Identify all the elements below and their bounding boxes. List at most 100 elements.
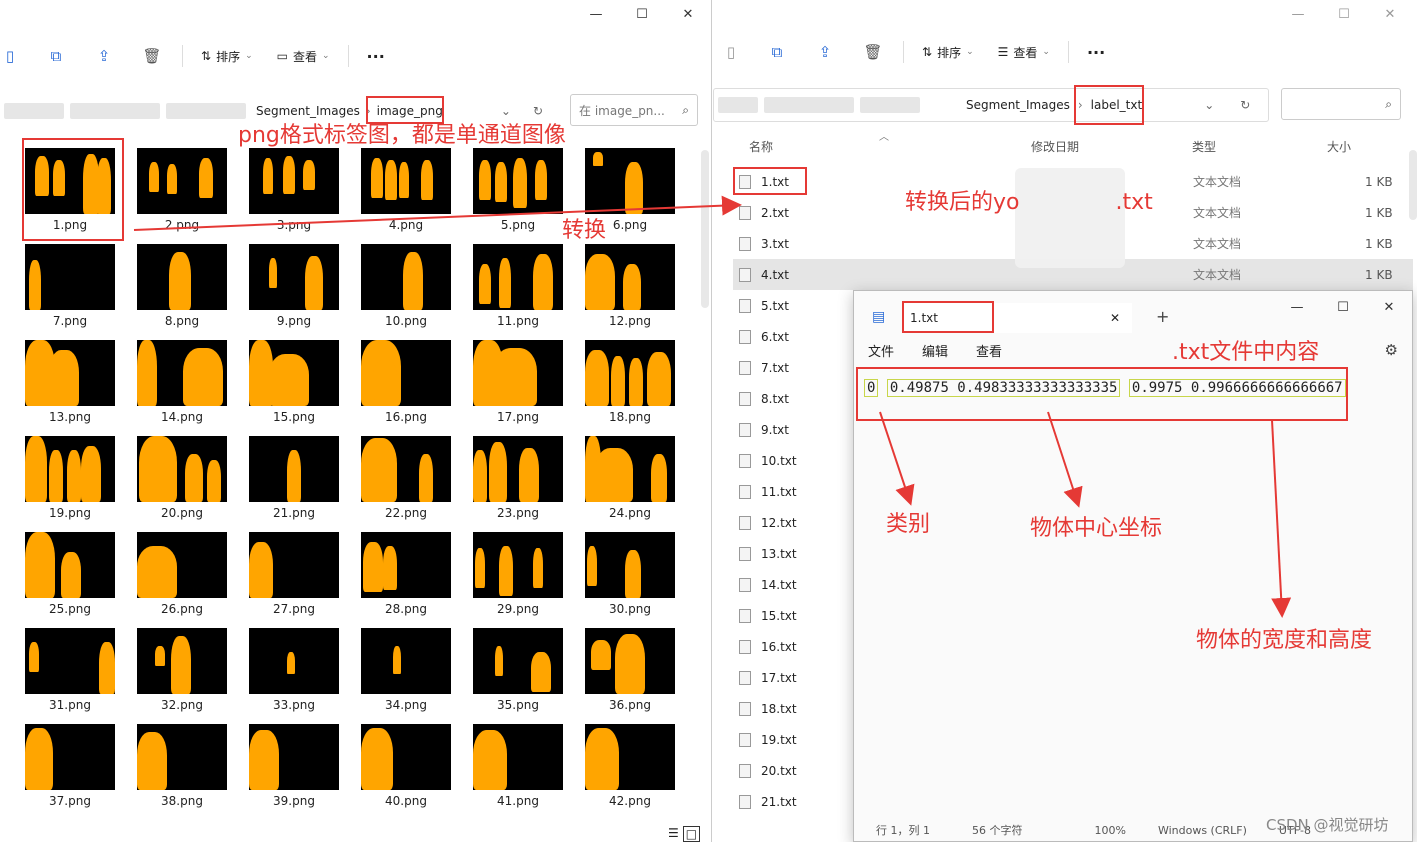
share-copy-icon[interactable]: ⧉ <box>753 36 801 68</box>
thumbnail-item[interactable]: 40.png <box>356 720 456 812</box>
minimize-button[interactable]: — <box>1275 0 1321 28</box>
maximize-button[interactable]: ☐ <box>1321 0 1367 28</box>
refresh-icon[interactable]: ↻ <box>1240 98 1250 112</box>
breadcrumb-folder[interactable]: Segment_Images <box>966 98 1070 112</box>
thumbnail-item[interactable]: 11.png <box>468 240 568 332</box>
thumbnail-item[interactable]: 23.png <box>468 432 568 524</box>
thumbnail-image <box>25 244 115 310</box>
minimize-button[interactable]: — <box>573 0 619 28</box>
thumbnail-item[interactable]: 1.png <box>20 144 120 236</box>
thumbnail-item[interactable]: 34.png <box>356 624 456 716</box>
right-address-bar[interactable]: Segment_Images › label_txt ⌄ ↻ <box>713 88 1269 122</box>
column-header-type[interactable]: 类型 <box>1192 138 1216 158</box>
thumbnail-item[interactable]: 31.png <box>20 624 120 716</box>
menu-edit[interactable]: 编辑 <box>922 341 948 360</box>
chevron-down-icon[interactable]: ⌄ <box>1204 98 1214 112</box>
thumbnail-item[interactable]: 8.png <box>132 240 232 332</box>
breadcrumb-folder[interactable]: Segment_Images <box>256 104 360 118</box>
chevron-down-icon[interactable]: ⌄ <box>501 104 511 118</box>
thumbnail-item[interactable]: 29.png <box>468 528 568 620</box>
thumbnail-item[interactable]: 33.png <box>244 624 344 716</box>
tiles-view-icon[interactable]: □ <box>682 826 701 842</box>
menu-view[interactable]: 查看 <box>976 341 1002 360</box>
close-button[interactable]: ✕ <box>665 0 711 28</box>
thumbnail-item[interactable]: 4.png <box>356 144 456 236</box>
settings-icon[interactable]: ⚙ <box>1385 341 1398 359</box>
thumbnail-item[interactable]: 19.png <box>20 432 120 524</box>
thumbnail-item[interactable]: 17.png <box>468 336 568 428</box>
text-file-icon <box>739 484 751 499</box>
minimize-button[interactable]: — <box>1274 293 1320 321</box>
thumbnail-item[interactable]: 38.png <box>132 720 232 812</box>
thumbnail-item[interactable]: 28.png <box>356 528 456 620</box>
thumbnail-item[interactable]: 39.png <box>244 720 344 812</box>
share-copy-icon[interactable]: ⧉ <box>32 40 80 72</box>
thumbnail-item[interactable]: 26.png <box>132 528 232 620</box>
thumbnail-caption: 29.png <box>497 602 539 616</box>
search-input[interactable]: 在 image_pn... ⌕ <box>570 94 698 126</box>
thumbnail-item[interactable]: 3.png <box>244 144 344 236</box>
thumbnail-item[interactable]: 37.png <box>20 720 120 812</box>
delete-icon[interactable]: 🗑 <box>128 40 176 72</box>
rename-icon[interactable]: ▯ <box>0 40 20 72</box>
thumbnail-item[interactable]: 42.png <box>580 720 680 812</box>
vertical-scrollbar[interactable] <box>701 150 709 308</box>
thumbnail-item[interactable]: 41.png <box>468 720 568 812</box>
silhouette-shape <box>585 350 609 406</box>
column-header-size[interactable]: 大小 <box>1327 138 1351 158</box>
thumbnail-item[interactable]: 20.png <box>132 432 232 524</box>
thumbnail-item[interactable]: 24.png <box>580 432 680 524</box>
thumbnail-caption: 21.png <box>273 506 315 520</box>
silhouette-shape <box>651 454 667 502</box>
thumbnail-item[interactable]: 16.png <box>356 336 456 428</box>
thumbnail-item[interactable]: 7.png <box>20 240 120 332</box>
thumbnail-caption: 4.png <box>388 218 424 232</box>
silhouette-shape <box>595 448 633 502</box>
rename-icon[interactable]: ▯ <box>721 36 741 68</box>
thumbnail-item[interactable]: 13.png <box>20 336 120 428</box>
notepad-app-icon: ▤ <box>872 309 886 325</box>
sort-button[interactable]: ⇅ 排序 ⌄ <box>189 48 265 65</box>
thumbnail-item[interactable]: 35.png <box>468 624 568 716</box>
thumbnail-item[interactable]: 5.png <box>468 144 568 236</box>
close-button[interactable]: ✕ <box>1367 0 1413 28</box>
column-header-name[interactable]: 名称 <box>749 138 773 158</box>
more-options-button[interactable]: ··· <box>355 47 397 66</box>
more-options-button[interactable]: ··· <box>1075 43 1117 62</box>
thumbnail-item[interactable]: 12.png <box>580 240 680 332</box>
sort-button[interactable]: ⇅ 排序 ⌄ <box>910 44 986 61</box>
maximize-button[interactable]: ☐ <box>1320 293 1366 321</box>
thumbnail-item[interactable]: 10.png <box>356 240 456 332</box>
thumbnail-item[interactable]: 27.png <box>244 528 344 620</box>
thumbnail-item[interactable]: 25.png <box>20 528 120 620</box>
thumbnail-item[interactable]: 9.png <box>244 240 344 332</box>
thumbnail-item[interactable]: 21.png <box>244 432 344 524</box>
delete-icon[interactable]: 🗑 <box>849 36 897 68</box>
thumbnail-item[interactable]: 32.png <box>132 624 232 716</box>
thumbnail-item[interactable]: 15.png <box>244 336 344 428</box>
thumbnail-item[interactable]: 18.png <box>580 336 680 428</box>
vertical-scrollbar[interactable] <box>1409 150 1417 220</box>
share-icon[interactable]: ⇪ <box>801 36 849 68</box>
close-icon[interactable]: ✕ <box>1110 311 1120 325</box>
close-button[interactable]: ✕ <box>1366 293 1412 321</box>
column-header-modified[interactable]: 修改日期 <box>1031 138 1079 158</box>
chevron-down-icon: ⌄ <box>966 47 974 57</box>
search-input[interactable]: ⌕ <box>1281 88 1401 120</box>
thumbnail-item[interactable]: 14.png <box>132 336 232 428</box>
thumbnail-item[interactable]: 2.png <box>132 144 232 236</box>
refresh-icon[interactable]: ↻ <box>533 104 543 118</box>
view-button[interactable]: ▭ 查看 ⌄ <box>265 48 342 65</box>
details-view-icon[interactable]: ☰ <box>668 826 679 842</box>
thumbnail-item[interactable]: 30.png <box>580 528 680 620</box>
view-button[interactable]: ☰ 查看 ⌄ <box>986 44 1062 61</box>
thumbnail-caption: 38.png <box>161 794 203 808</box>
notepad-title-buttons: — ☐ ✕ <box>1274 293 1412 321</box>
maximize-button[interactable]: ☐ <box>619 0 665 28</box>
share-icon[interactable]: ⇪ <box>80 40 128 72</box>
menu-file[interactable]: 文件 <box>868 341 894 360</box>
thumbnail-item[interactable]: 22.png <box>356 432 456 524</box>
new-tab-button[interactable]: + <box>1156 307 1169 326</box>
annotation-category: 类别 <box>886 512 931 537</box>
thumbnail-item[interactable]: 36.png <box>580 624 680 716</box>
